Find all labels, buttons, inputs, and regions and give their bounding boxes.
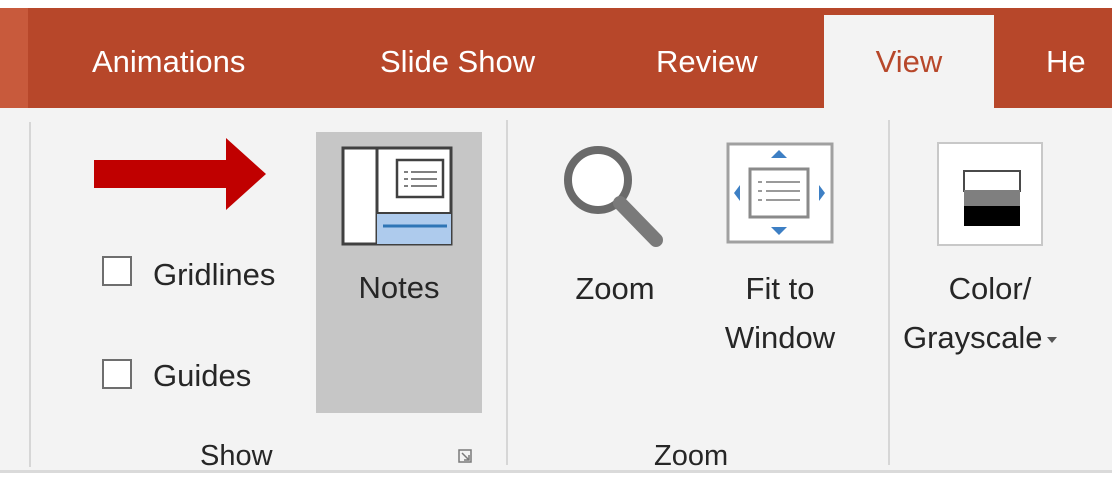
tab-view[interactable]: View	[824, 15, 994, 108]
notes-button[interactable]: Notes	[316, 132, 482, 413]
powerpoint-ribbon: Animations Slide Show Review View He Gri…	[0, 0, 1112, 490]
notes-label: Notes	[358, 270, 440, 305]
chevron-down-icon	[1046, 336, 1057, 343]
gridlines-checkbox[interactable]	[102, 256, 132, 286]
color-grayscale-label-text: Grayscale	[903, 320, 1043, 355]
color-grayscale-button[interactable]	[937, 142, 1043, 246]
guides-label: Guides	[153, 358, 252, 393]
tab-animations[interactable]: Animations	[92, 40, 245, 84]
gridlines-label: Gridlines	[153, 257, 276, 292]
fit-to-window-label-line1[interactable]: Fit to	[700, 269, 860, 309]
tab-view-label: View	[875, 44, 943, 79]
color-grayscale-label-line2[interactable]: Grayscale	[903, 318, 1057, 358]
tab-strip-edge	[0, 8, 28, 108]
red-arrow-icon	[94, 138, 266, 210]
tab-help[interactable]: He	[1046, 40, 1086, 84]
below-ribbon-area	[0, 473, 1112, 490]
color-grayscale-icon	[963, 170, 1021, 226]
zoom-label[interactable]: Zoom	[556, 269, 674, 309]
group-separator	[506, 120, 508, 465]
fit-to-window-label-line2[interactable]: Window	[700, 318, 860, 358]
notes-page-icon	[341, 146, 453, 246]
show-group-label: Show	[200, 440, 273, 472]
tab-slide-show[interactable]: Slide Show	[380, 40, 535, 84]
fit-to-window-icon[interactable]	[726, 142, 834, 244]
color-grayscale-label-line1[interactable]: Color/	[898, 269, 1082, 309]
tab-review[interactable]: Review	[656, 40, 758, 84]
guides-checkbox[interactable]	[102, 359, 132, 389]
group-separator	[888, 120, 890, 465]
dialog-launcher-icon[interactable]	[458, 449, 472, 463]
ribbon-tab-strip: Animations Slide Show Review View He	[0, 0, 1112, 108]
zoom-group-label: Zoom	[654, 440, 729, 472]
magnifier-icon[interactable]	[560, 142, 670, 254]
ribbon-left-border	[29, 122, 31, 467]
